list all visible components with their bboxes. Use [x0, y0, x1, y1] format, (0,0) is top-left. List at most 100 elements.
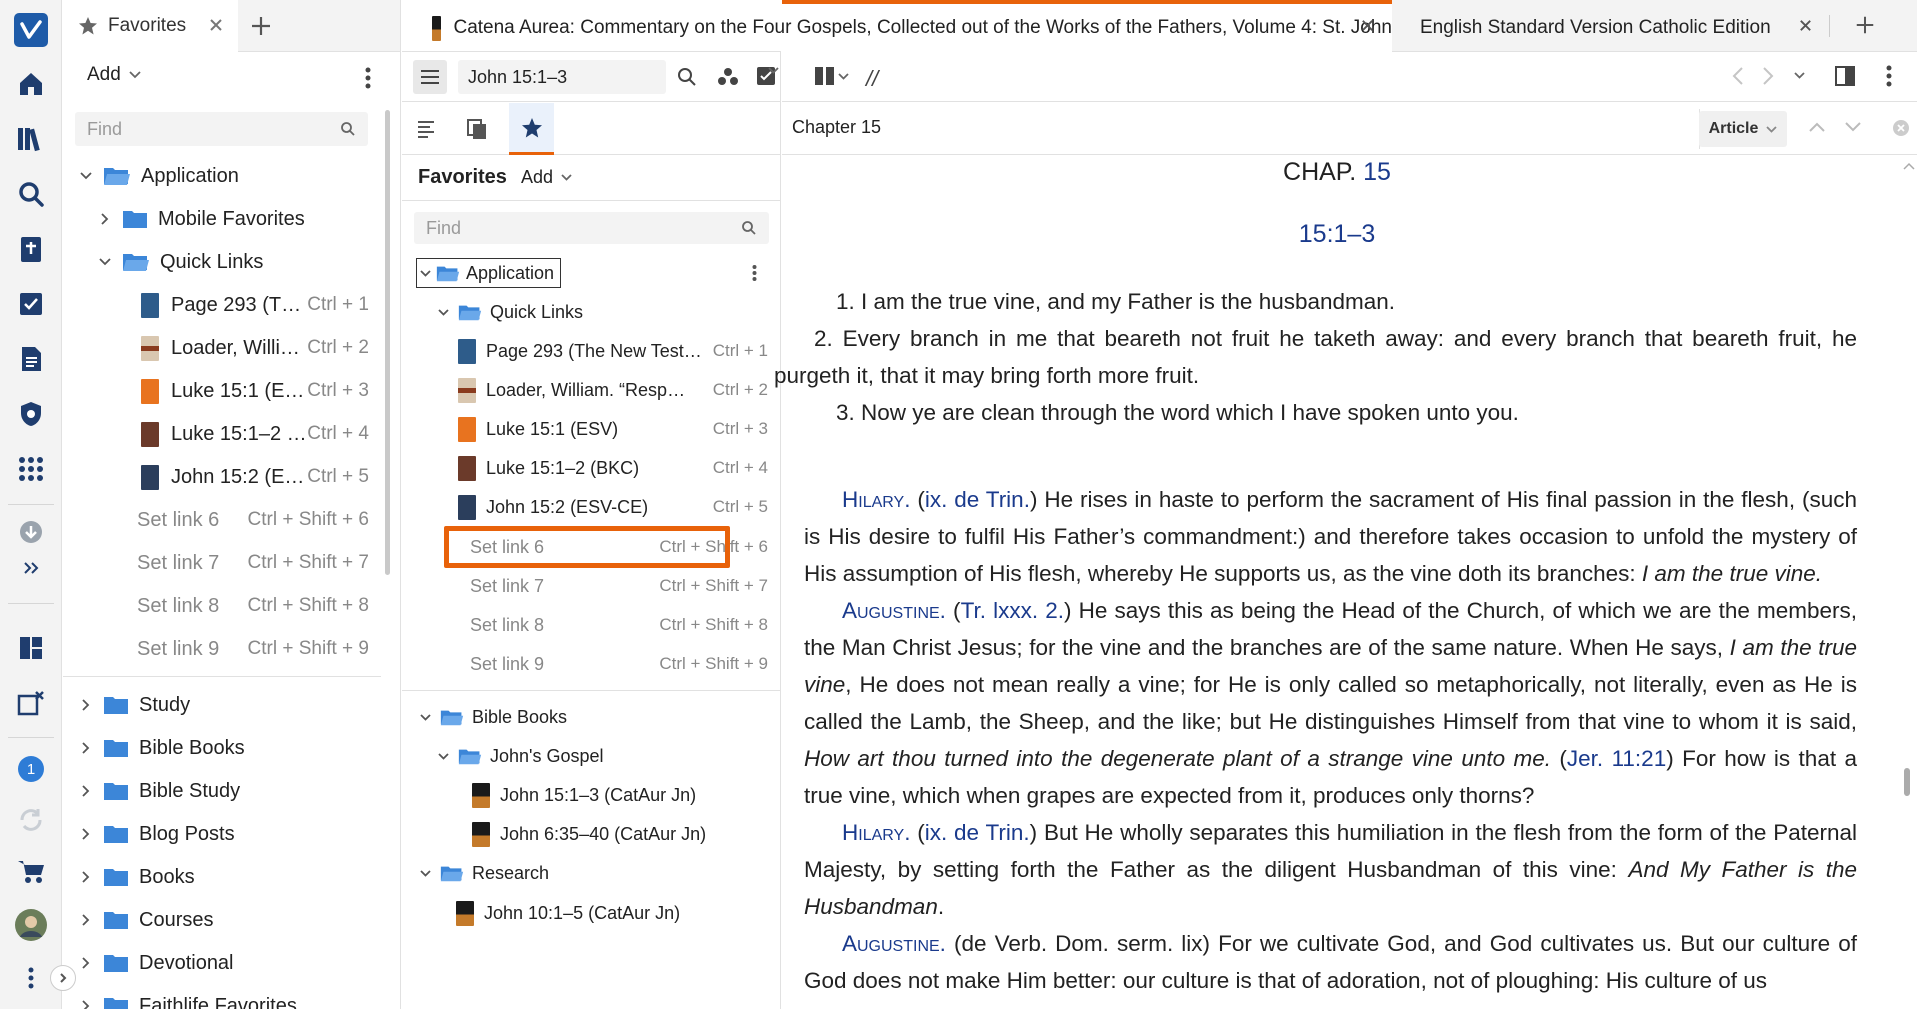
layouts-icon[interactable]: [11, 628, 51, 668]
add-button[interactable]: Add: [521, 167, 572, 188]
tree-folder-quick-links[interactable]: Quick Links: [434, 293, 583, 331]
author-link[interactable]: Augustine.: [842, 931, 946, 956]
notifications-badge[interactable]: 1: [11, 749, 51, 789]
avatar[interactable]: [11, 905, 51, 945]
research-item[interactable]: John 10:1–5 (CatAur Jn): [456, 894, 680, 932]
visual-filter-icon[interactable]: [717, 66, 739, 88]
back-icon[interactable]: [1732, 66, 1744, 86]
source-link[interactable]: ix. de Trin.: [925, 820, 1030, 845]
range-heading[interactable]: 15:1–3: [782, 220, 1892, 249]
expand-rail-icon[interactable]: [11, 548, 51, 588]
new-tab-icon[interactable]: [249, 14, 273, 38]
more-menu-icon[interactable]: [11, 958, 51, 998]
collapse-panel-button[interactable]: [50, 965, 76, 991]
article-dropdown[interactable]: Article: [1699, 111, 1787, 147]
logos-logo-icon[interactable]: [11, 10, 51, 50]
sync-icon[interactable]: [11, 800, 51, 840]
close-location-icon[interactable]: [1892, 119, 1910, 137]
author-link[interactable]: Hilary.: [842, 820, 910, 845]
set-link-8[interactable]: Set link 8 Ctrl + Shift + 8: [470, 606, 768, 644]
hamburger-menu-icon[interactable]: [413, 60, 447, 94]
library-icon[interactable]: [11, 119, 51, 159]
cart-icon[interactable]: [11, 851, 51, 891]
tree-folder[interactable]: Faithlife Favorites: [77, 986, 297, 1009]
add-button[interactable]: Add: [87, 64, 141, 86]
tree-folder[interactable]: Blog Posts: [77, 814, 235, 854]
quick-link-1[interactable]: Page 293 (The New Test… Ctrl + 1: [458, 332, 768, 370]
forward-icon[interactable]: [1762, 66, 1774, 86]
tree-folder[interactable]: Books: [77, 857, 195, 897]
scripture-link[interactable]: Jer. 11:21: [1567, 746, 1666, 771]
tree-folder[interactable]: Study: [77, 685, 190, 725]
tab-catena-aurea[interactable]: Catena Aurea: Commentary on the Four Gos…: [420, 4, 1392, 52]
apps-grid-icon[interactable]: [11, 449, 51, 489]
tree-folder-quick-links[interactable]: Quick Links: [96, 242, 263, 282]
close-tab-icon[interactable]: [1360, 18, 1375, 33]
jg-item[interactable]: John 6:35–40 (CatAur Jn): [472, 815, 706, 853]
set-link-7[interactable]: Set link 7 Ctrl + Shift + 7: [137, 543, 369, 583]
doc-scrollbar-thumb[interactable]: [1904, 768, 1910, 796]
download-icon[interactable]: [11, 512, 51, 552]
set-link-9[interactable]: Set link 9 Ctrl + Shift + 9: [470, 645, 768, 683]
tree-folder-johns-gospel[interactable]: John's Gospel: [434, 737, 604, 775]
close-panels-icon[interactable]: [11, 683, 51, 723]
tree-folder[interactable]: Devotional: [77, 943, 234, 983]
chevron-down-icon[interactable]: [768, 67, 779, 74]
quick-link-2[interactable]: Loader, William. “Resp… Ctrl + 2: [458, 371, 768, 409]
new-tab-icon[interactable]: [1854, 14, 1876, 36]
quick-link-5[interactable]: John 15:2 (ESV-CE) Ctrl + 5: [458, 488, 768, 526]
panel-menu-icon[interactable]: [365, 66, 371, 90]
source-link[interactable]: ix. de Trin.: [925, 487, 1030, 512]
author-link[interactable]: Hilary.: [842, 487, 910, 512]
quick-link-2[interactable]: Loader, Willi… Ctrl + 2: [141, 328, 369, 368]
scroll-up-icon[interactable]: [1903, 162, 1915, 170]
set-link-6[interactable]: Set link 6 Ctrl + Shift + 6: [137, 500, 369, 540]
favorites-find-input[interactable]: Find: [75, 112, 368, 146]
previous-article-icon[interactable]: [1808, 121, 1826, 133]
quick-link-1[interactable]: Page 293 (T… Ctrl + 1: [141, 285, 369, 325]
author-link[interactable]: Augustine.: [842, 598, 946, 623]
tree-folder[interactable]: Bible Books: [77, 728, 245, 768]
split-pane-icon[interactable]: [1835, 66, 1855, 86]
source-link[interactable]: Tr. lxxx. 2.: [961, 598, 1064, 623]
quick-link-4[interactable]: Luke 15:1–2 (BKC) Ctrl + 4: [458, 449, 768, 487]
next-article-icon[interactable]: [1844, 121, 1862, 133]
quick-link-4[interactable]: Luke 15:1–2 … Ctrl + 4: [141, 414, 369, 454]
toc-icon[interactable]: [416, 119, 436, 139]
favorites-scrollbar[interactable]: [385, 110, 390, 575]
quick-link-3[interactable]: Luke 15:1 (ESV) Ctrl + 3: [458, 410, 768, 448]
parallel-panes-icon[interactable]: [814, 66, 836, 86]
search-icon[interactable]: [677, 67, 697, 87]
flyout-find-input[interactable]: Find: [414, 212, 769, 244]
set-link-8[interactable]: Set link 8 Ctrl + Shift + 8: [137, 586, 369, 626]
folder-menu-icon[interactable]: [752, 264, 757, 282]
shield-icon[interactable]: [11, 394, 51, 434]
favorites-star-tab[interactable]: [509, 103, 554, 155]
tree-folder-bible-books[interactable]: Bible Books: [416, 698, 567, 736]
tree-folder[interactable]: Courses: [77, 900, 213, 940]
tab-favorites[interactable]: Favorites: [63, 0, 238, 52]
interlinear-icon[interactable]: //: [866, 66, 878, 92]
panel-menu-icon[interactable]: [1886, 64, 1892, 88]
set-link-7[interactable]: Set link 7 Ctrl + Shift + 7: [470, 567, 768, 605]
chap-number-link[interactable]: 15: [1363, 158, 1391, 186]
reference-input[interactable]: John 15:1–3: [458, 60, 666, 94]
tree-folder-application[interactable]: Application: [77, 156, 239, 196]
set-link-9[interactable]: Set link 9 Ctrl + Shift + 9: [137, 629, 369, 669]
close-tab-icon[interactable]: [1798, 18, 1813, 33]
tree-folder-mobile-favorites[interactable]: Mobile Favorites: [96, 199, 305, 239]
quick-link-5[interactable]: John 15:2 (E… Ctrl + 5: [141, 457, 369, 497]
quick-link-3[interactable]: Luke 15:1 (E… Ctrl + 3: [141, 371, 369, 411]
jg-item[interactable]: John 15:1–3 (CatAur Jn): [472, 776, 696, 814]
bible-add-icon[interactable]: [11, 229, 51, 269]
tree-folder-research[interactable]: Research: [416, 854, 549, 892]
chevron-down-icon[interactable]: [838, 73, 849, 80]
search-icon[interactable]: [11, 174, 51, 214]
history-dropdown-icon[interactable]: [1794, 72, 1805, 79]
home-icon[interactable]: [11, 64, 51, 104]
document-icon[interactable]: [11, 339, 51, 379]
close-tab-icon[interactable]: [208, 17, 224, 33]
tab-esv-ce[interactable]: English Standard Version Catholic Editio…: [1408, 4, 1771, 52]
tree-folder-application[interactable]: Application: [416, 254, 562, 292]
copy-icon[interactable]: [466, 118, 488, 140]
